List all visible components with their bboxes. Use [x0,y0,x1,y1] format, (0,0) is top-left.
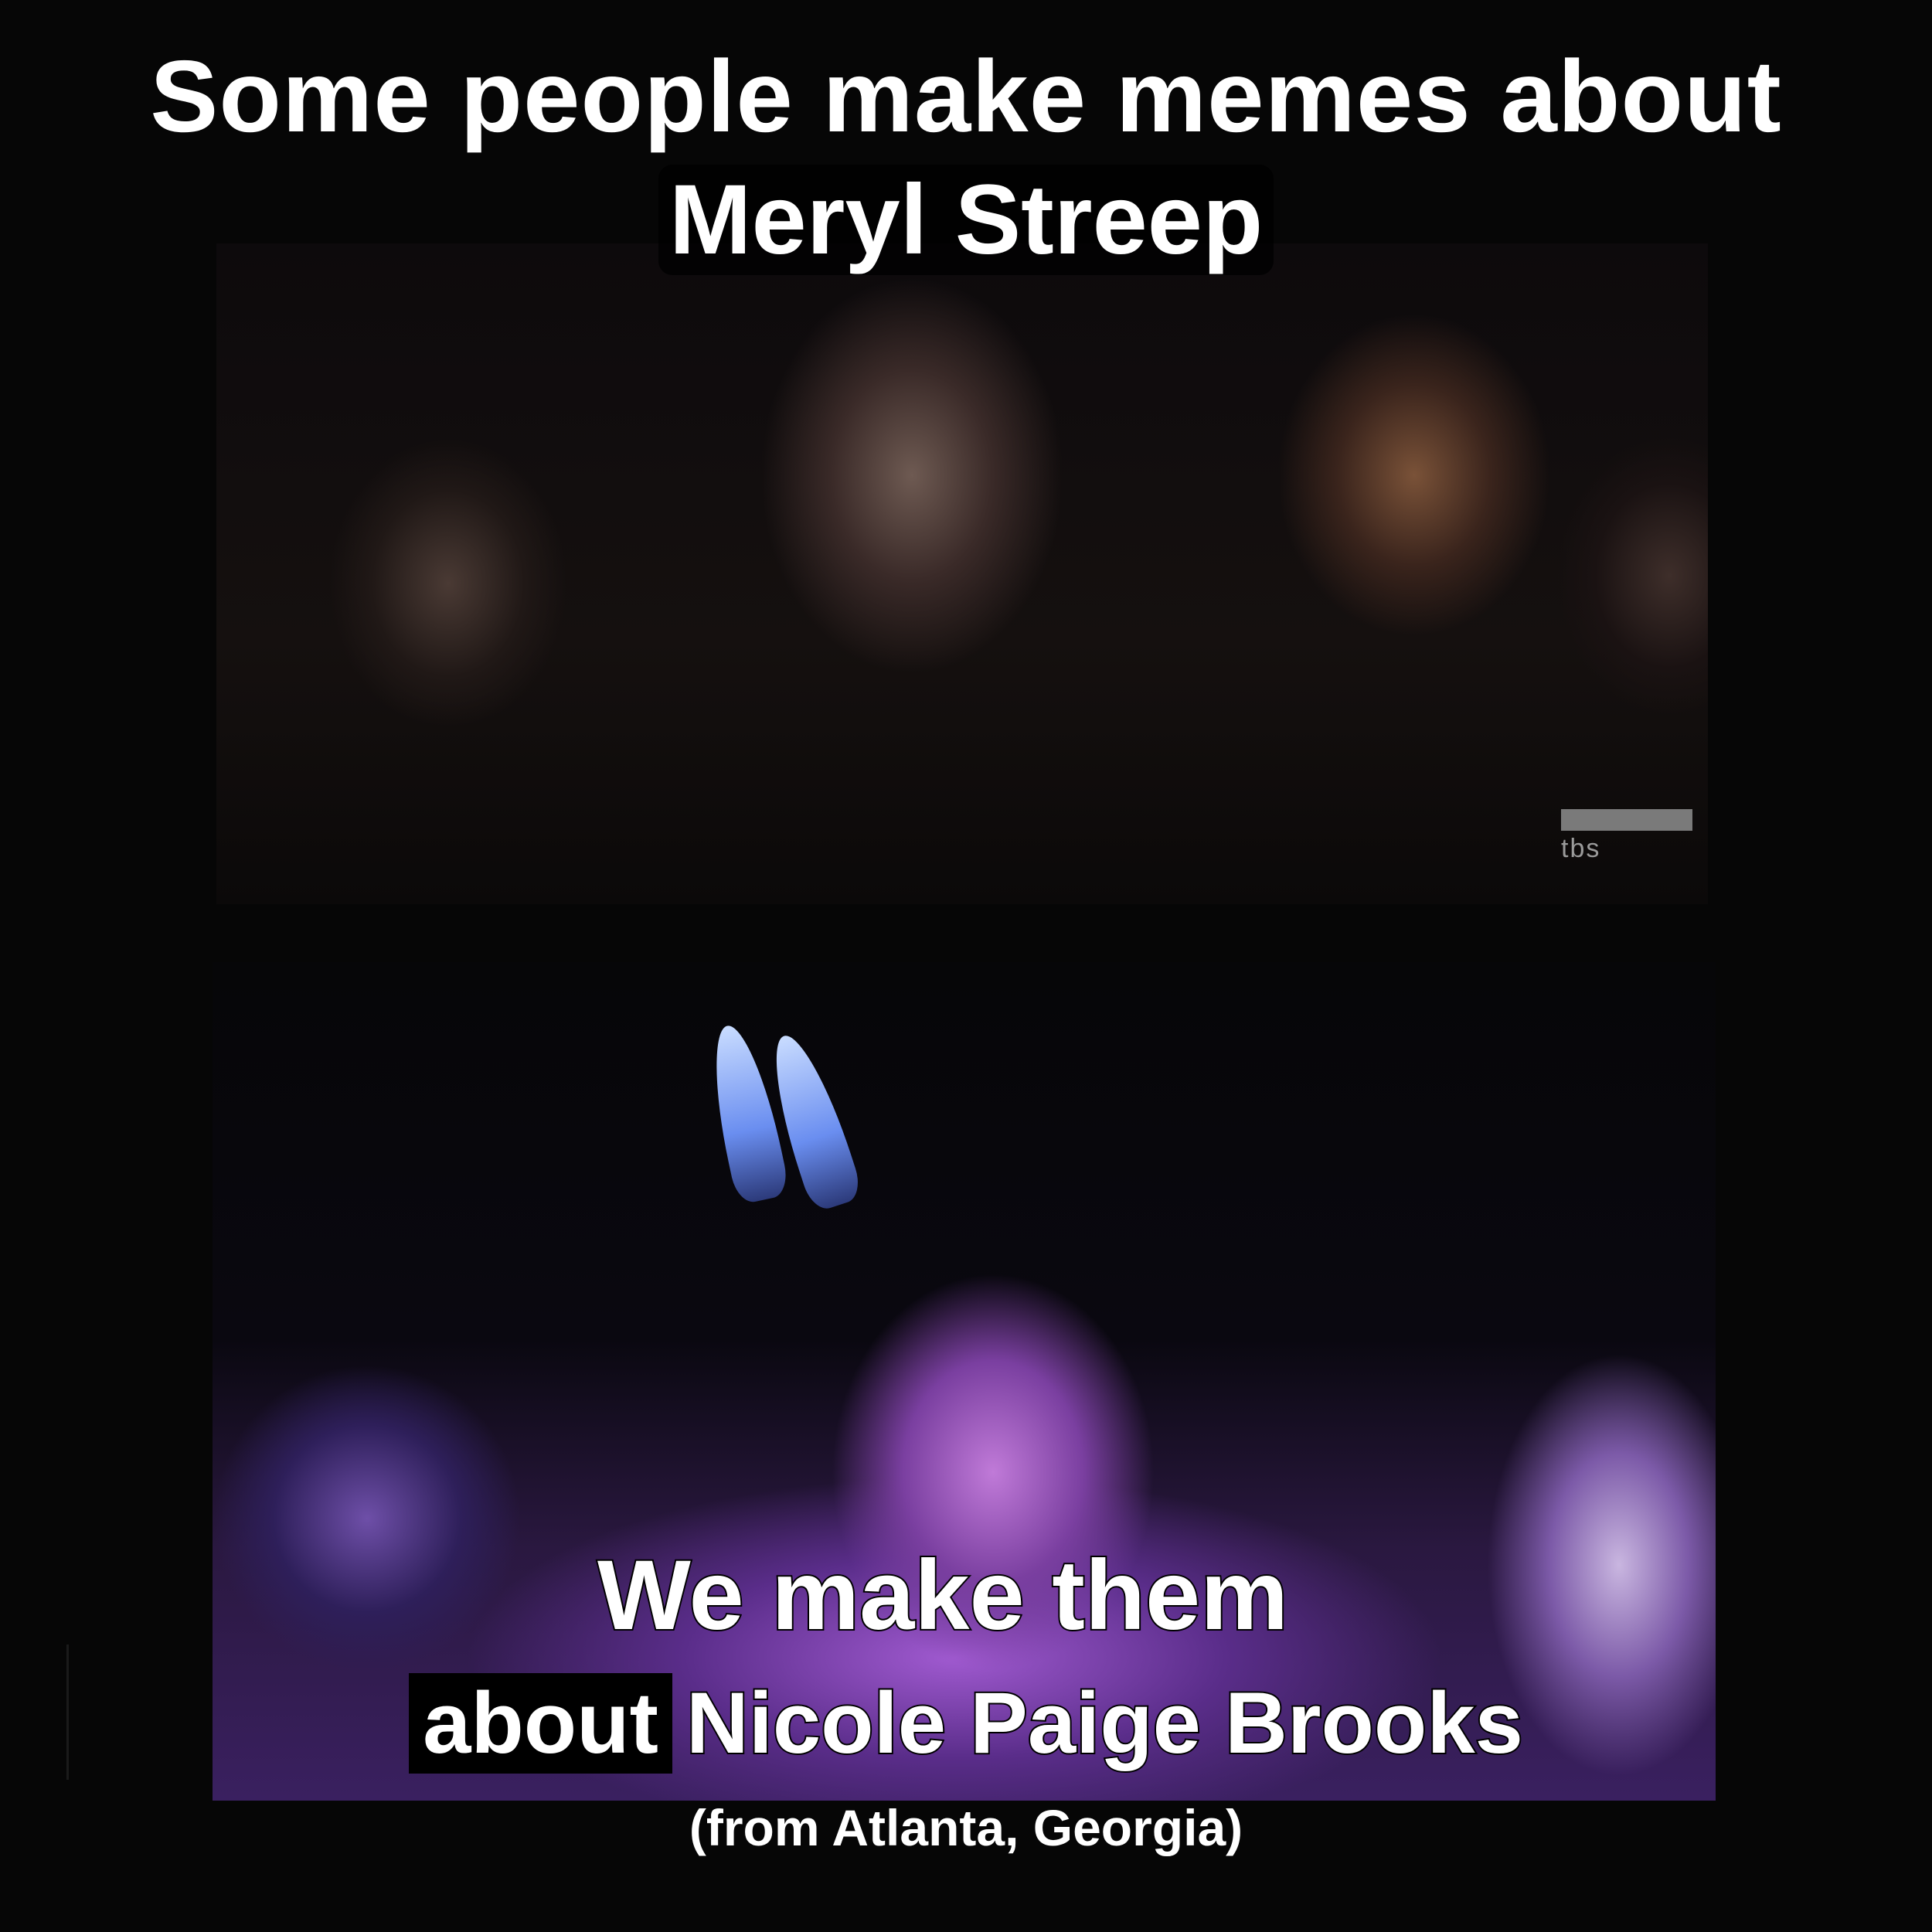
top-caption-name: Meryl Streep [658,165,1274,275]
top-photo-panel: tbs [216,243,1708,904]
bottom-caption-line-1: We make them [596,1539,1290,1652]
bottom-caption-name: Nicole Paige Brooks [685,1673,1525,1773]
meme-canvas: Some people make memes about tbs Meryl S… [0,0,1932,1932]
awards-logo-icon [1561,809,1692,832]
bottom-caption-prefix: about [409,1673,672,1774]
network-watermark: tbs [1561,804,1708,864]
bottom-caption-line-2: about Nicole Paige Brooks [0,1673,1932,1774]
top-caption-line-2: Meryl Streep [0,162,1932,278]
top-caption-line-1: Some people make memes about [150,39,1782,153]
network-logo-text: tbs [1561,834,1601,863]
bottom-caption-location: (from Atlanta, Georgia) [689,1799,1243,1856]
